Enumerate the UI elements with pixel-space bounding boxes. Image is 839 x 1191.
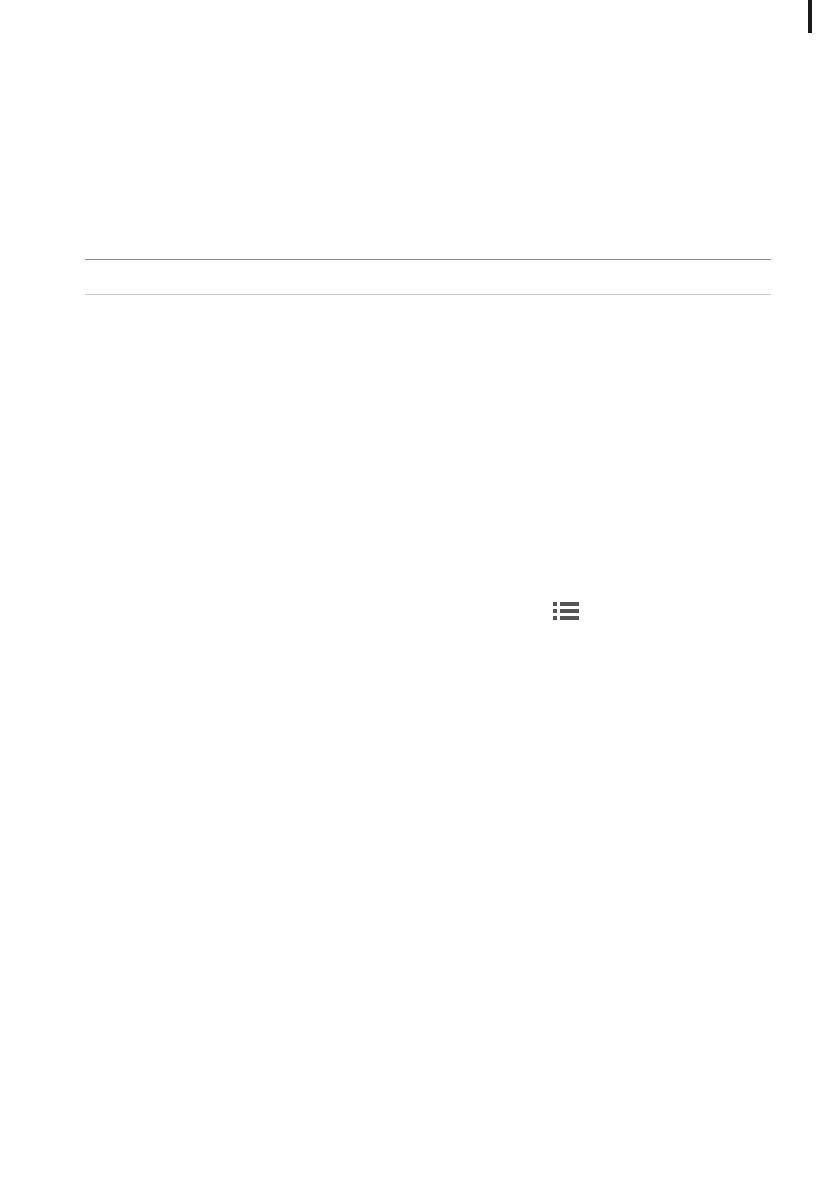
header-divider-bottom xyxy=(85,294,771,295)
list-icon[interactable] xyxy=(552,601,580,621)
header-divider-top xyxy=(85,259,771,260)
page-edge-marker xyxy=(808,0,812,33)
